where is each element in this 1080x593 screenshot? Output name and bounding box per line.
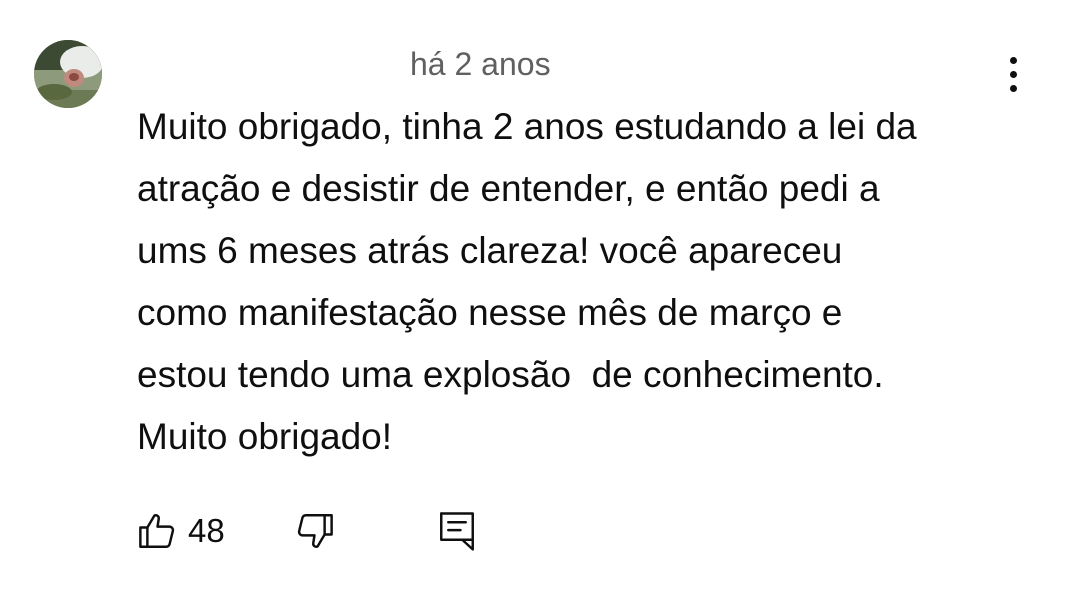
comment-text-line: estou tendo uma explosão de conhecimento…	[137, 354, 884, 395]
comment-text-line: como manifestação nesse mês de março e	[137, 292, 843, 333]
reply-button[interactable]	[436, 506, 478, 556]
like-button[interactable]: 48	[136, 506, 225, 556]
more-vertical-icon	[1009, 56, 1017, 64]
thumbs-down-icon	[297, 514, 333, 548]
comment-text: Muito obrigado, tinha 2 anos estudando a…	[137, 96, 1037, 468]
thumbs-up-icon	[139, 514, 175, 548]
like-count: 48	[188, 512, 225, 549]
comment-timestamp[interactable]: há 2 anos	[410, 46, 551, 83]
comment-text-line: atração e desistir de entender, e então …	[137, 168, 880, 209]
comment-text-line: Muito obrigado!	[137, 416, 393, 457]
comment-container: há 2 anos Muito obrigado, tinha 2 anos e…	[0, 0, 1080, 593]
comment-text-line: Muito obrigado, tinha 2 anos estudando a…	[137, 106, 917, 147]
avatar[interactable]	[34, 40, 102, 108]
dislike-button[interactable]	[294, 506, 336, 556]
reply-comment-icon	[440, 512, 474, 551]
comment-text-line: ums 6 meses atrás clareza! você apareceu	[137, 230, 843, 271]
more-options-button[interactable]	[996, 52, 1030, 96]
